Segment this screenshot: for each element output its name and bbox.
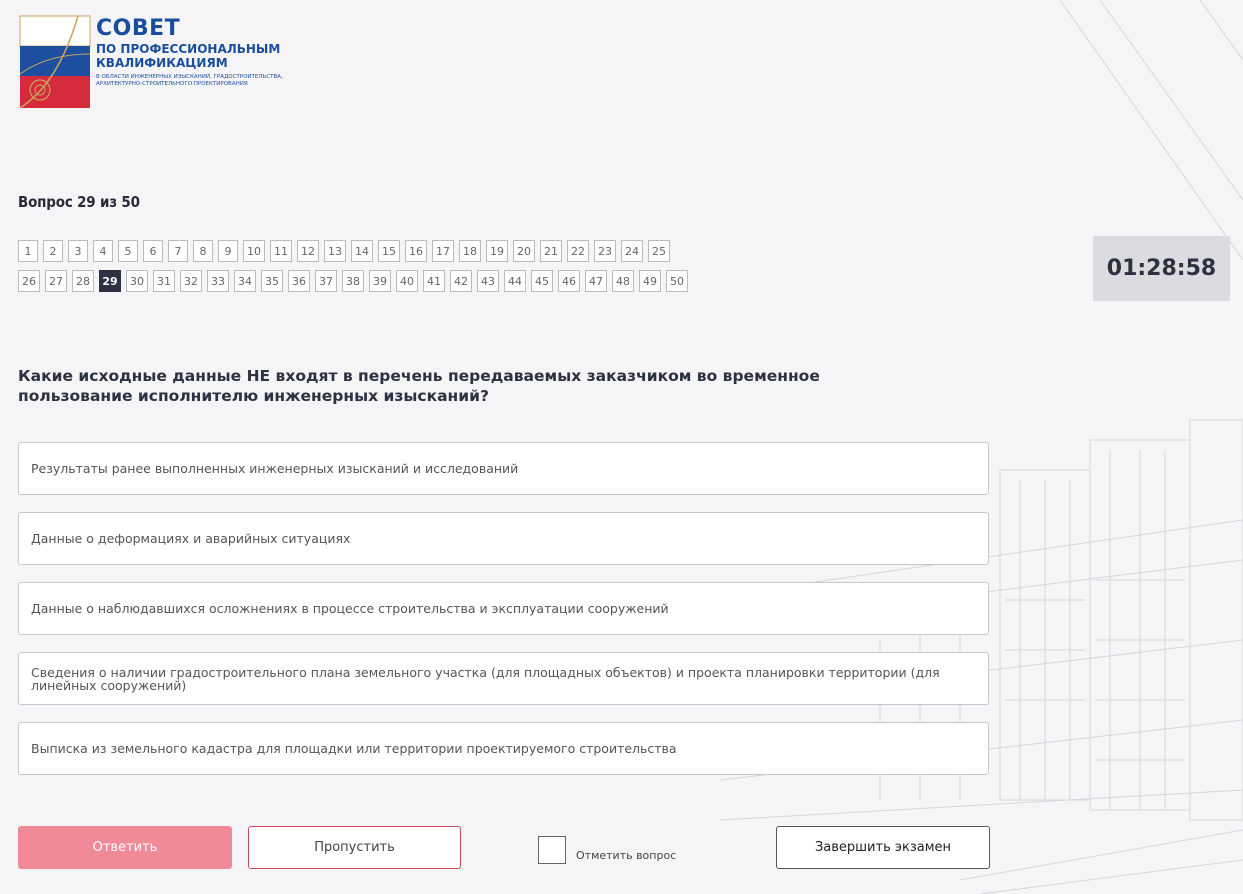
question-navigator: 1 2 3 4 5 6 7 8 9 10 11 12 13 14 15 16 17 18 19 20 21 22 23 24 2…: [18, 240, 958, 300]
exam-timer: 01:28:58: [1093, 236, 1230, 301]
question-text: Какие исходные данные НЕ входят в перече…: [18, 367, 820, 405]
question-number-5[interactable]: 5: [118, 240, 138, 262]
answer-option-4[interactable]: Сведения о наличии градостроительного пл…: [18, 652, 989, 705]
question-number-28[interactable]: 28: [72, 270, 94, 292]
logo-line-4: В ОБЛАСТИ ИНЖЕНЕРНЫХ ИЗЫСКАНИЙ, ГРАДОСТР…: [96, 74, 283, 87]
answer-button[interactable]: Ответить: [18, 826, 232, 869]
question-number-47[interactable]: 47: [585, 270, 607, 292]
question-number-30[interactable]: 30: [126, 270, 148, 292]
answer-option-1[interactable]: Результаты ранее выполненных инженерных …: [18, 442, 989, 495]
question-number-39[interactable]: 39: [369, 270, 391, 292]
question-navigator-row: 26 27 28 29 30 31 32 33 34 35 36 37 38 39 40 41 42 43 44 45…: [18, 270, 958, 292]
question-number-17[interactable]: 17: [432, 240, 454, 262]
question-number-8[interactable]: 8: [193, 240, 213, 262]
question-number-18[interactable]: 18: [459, 240, 481, 262]
question-number-2[interactable]: 2: [43, 240, 63, 262]
answer-option-3[interactable]: Данные о наблюдавшихся осложнениях в про…: [18, 582, 989, 635]
question-number-10[interactable]: 10: [243, 240, 265, 262]
question-number-48[interactable]: 48: [612, 270, 634, 292]
question-number-1[interactable]: 1: [18, 240, 38, 262]
question-number-7[interactable]: 7: [168, 240, 188, 262]
question-number-44[interactable]: 44: [504, 270, 526, 292]
answer-option-5[interactable]: Выписка из земельного кадастра для площа…: [18, 722, 989, 775]
question-number-21[interactable]: 21: [540, 240, 562, 262]
mark-question[interactable]: Отметить вопрос: [538, 836, 676, 864]
question-number-11[interactable]: 11: [270, 240, 292, 262]
skip-button[interactable]: Пропустить: [248, 826, 461, 869]
mark-question-label: Отметить вопрос: [576, 848, 677, 862]
question-number-36[interactable]: 36: [288, 270, 310, 292]
question-navigator-row: 1 2 3 4 5 6 7 8 9 10 11 12 13 14 15 16 17 18 19 20 21 22 23 24 2…: [18, 240, 958, 262]
question-number-26[interactable]: 26: [18, 270, 40, 292]
question-number-29[interactable]: 29: [99, 270, 121, 292]
logo-text: СОВЕТ ПО ПРОФЕССИОНАЛЬНЫМ КВАЛИФИКАЦИЯМ …: [96, 14, 326, 88]
answer-list: Результаты ранее выполненных инженерных …: [18, 442, 990, 792]
question-number-38[interactable]: 38: [342, 270, 364, 292]
question-number-32[interactable]: 32: [180, 270, 202, 292]
question-number-25[interactable]: 25: [648, 240, 670, 262]
question-number-13[interactable]: 13: [324, 240, 346, 262]
question-number-14[interactable]: 14: [351, 240, 373, 262]
question-number-3[interactable]: 3: [68, 240, 88, 262]
question-number-4[interactable]: 4: [93, 240, 113, 262]
question-number-34[interactable]: 34: [234, 270, 256, 292]
question-number-40[interactable]: 40: [396, 270, 418, 292]
logo-line-2: ПО ПРОФЕССИОНАЛЬНЫМ: [96, 42, 281, 56]
question-number-33[interactable]: 33: [207, 270, 229, 292]
question-number-35[interactable]: 35: [261, 270, 283, 292]
question-number-20[interactable]: 20: [513, 240, 535, 262]
question-number-41[interactable]: 41: [423, 270, 445, 292]
question-number-45[interactable]: 45: [531, 270, 553, 292]
logo-emblem-icon: [18, 14, 92, 110]
question-number-50[interactable]: 50: [666, 270, 688, 292]
logo-line-3: КВАЛИФИКАЦИЯМ: [96, 56, 228, 70]
question-number-6[interactable]: 6: [143, 240, 163, 262]
question-number-31[interactable]: 31: [153, 270, 175, 292]
question-number-12[interactable]: 12: [297, 240, 319, 262]
question-number-16[interactable]: 16: [405, 240, 427, 262]
logo: СОВЕТ ПО ПРОФЕССИОНАЛЬНЫМ КВАЛИФИКАЦИЯМ …: [18, 14, 326, 110]
question-number-42[interactable]: 42: [450, 270, 472, 292]
question-number-37[interactable]: 37: [315, 270, 337, 292]
question-number-24[interactable]: 24: [621, 240, 643, 262]
mark-question-checkbox[interactable]: [538, 836, 566, 864]
question-counter: Вопрос 29 из 50: [18, 193, 140, 211]
question-number-15[interactable]: 15: [378, 240, 400, 262]
question-number-19[interactable]: 19: [486, 240, 508, 262]
answer-option-2[interactable]: Данные о деформациях и аварийных ситуаци…: [18, 512, 989, 565]
question-number-43[interactable]: 43: [477, 270, 499, 292]
question-number-9[interactable]: 9: [218, 240, 238, 262]
question-number-23[interactable]: 23: [594, 240, 616, 262]
question-number-49[interactable]: 49: [639, 270, 661, 292]
logo-title: СОВЕТ: [96, 16, 181, 41]
finish-exam-button[interactable]: Завершить экзамен: [776, 826, 990, 869]
question-number-46[interactable]: 46: [558, 270, 580, 292]
question-number-22[interactable]: 22: [567, 240, 589, 262]
question-number-27[interactable]: 27: [45, 270, 67, 292]
